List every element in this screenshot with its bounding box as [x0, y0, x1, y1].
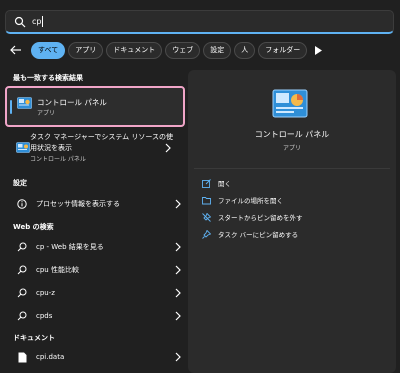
web-item-label: cpds [36, 312, 53, 320]
web-item-cpu-z[interactable]: cpu-z [10, 284, 182, 302]
task-manager-line2: 用状況を表示 [30, 144, 72, 152]
control-panel-icon [16, 142, 30, 153]
search-icon [16, 310, 28, 322]
control-panel-large-icon [272, 89, 308, 118]
task-manager-line1: タスク マネージャーでシステム リソースの使 [30, 133, 173, 141]
search-icon [14, 16, 26, 27]
action-pin-taskbar[interactable]: タスク バーにピン留めする [202, 227, 298, 241]
settings-item-processor[interactable]: プロセッサ情報を表示する [10, 195, 182, 213]
chevron-right-icon [174, 199, 182, 209]
best-match-item[interactable]: コントロール パネル アプリ [5, 86, 185, 127]
chevron-right-icon [174, 311, 182, 321]
filter-settings[interactable]: 設定 [203, 41, 232, 59]
pin-icon [202, 229, 211, 239]
web-item-cpu-benchmark[interactable]: cpu 性能比較 [10, 261, 182, 279]
document-item-cpi-data[interactable]: cpi.data [10, 348, 182, 366]
unpin-icon [202, 212, 211, 222]
search-icon [16, 241, 28, 253]
section-settings: 設定 [13, 179, 27, 187]
section-documents: ドキュメント [13, 334, 55, 342]
more-filters-icon[interactable] [313, 44, 323, 56]
chevron-right-icon [165, 143, 171, 153]
task-manager-item[interactable]: タスク マネージャーでシステム リソースの使 用状況を表示 コントロール パネル [10, 130, 182, 166]
action-label: タスク バーにピン留めする [218, 231, 299, 239]
selection-indicator [10, 100, 12, 114]
action-unpin-start[interactable]: スタートからピン留めを外す [202, 210, 303, 224]
search-icon [16, 287, 28, 299]
detail-subtitle: アプリ [282, 145, 301, 152]
detail-divider [194, 168, 390, 169]
web-item-label: cpu-z [36, 289, 55, 297]
filter-web[interactable]: ウェブ [165, 41, 201, 59]
chevron-right-icon [174, 242, 182, 252]
action-label: ファイルの場所を開く [218, 197, 283, 205]
task-manager-source: コントロール パネル [30, 156, 86, 163]
web-item-label: cp - Web 結果を見る [36, 243, 104, 251]
search-query[interactable]: cp [32, 17, 41, 26]
filter-documents[interactable]: ドキュメント [106, 41, 163, 59]
action-open[interactable]: 開く [202, 176, 231, 190]
web-item-label: cpu 性能比較 [36, 266, 79, 274]
control-panel-icon [17, 97, 32, 109]
filter-apps[interactable]: アプリ [68, 41, 104, 59]
detail-title: コントロール パネル [254, 130, 330, 139]
settings-item-label: プロセッサ情報を表示する [36, 200, 120, 208]
action-open-location[interactable]: ファイルの場所を開く [202, 193, 283, 207]
file-icon [16, 351, 28, 363]
open-icon [202, 178, 211, 188]
folder-icon [202, 196, 211, 205]
section-best-match: 最も一致する検索結果 [13, 74, 83, 82]
search-box[interactable]: cp [5, 10, 394, 34]
chevron-right-icon [174, 288, 182, 298]
web-item-cpds[interactable]: cpds [10, 307, 182, 325]
info-icon [16, 198, 28, 210]
back-arrow-icon[interactable] [8, 43, 24, 57]
action-label: 開く [218, 180, 231, 188]
section-web: Web の検索 [13, 223, 54, 231]
filter-people[interactable]: 人 [234, 41, 256, 59]
filter-folders[interactable]: フォルダー [258, 41, 308, 59]
best-match-subtitle: アプリ [37, 110, 56, 117]
filter-all[interactable]: すべて [31, 41, 66, 59]
action-label: スタートからピン留めを外す [218, 214, 303, 222]
filter-bar: すべて アプリ ドキュメント ウェブ 設定 人 フォルダー [8, 41, 394, 59]
text-caret [42, 16, 44, 27]
best-match-title: コントロール パネル [37, 98, 107, 107]
document-item-label: cpi.data [36, 353, 65, 361]
search-icon [16, 264, 28, 276]
chevron-right-icon [174, 352, 182, 362]
web-item-cp[interactable]: cp - Web 結果を見る [10, 238, 182, 256]
chevron-right-icon [174, 265, 182, 275]
